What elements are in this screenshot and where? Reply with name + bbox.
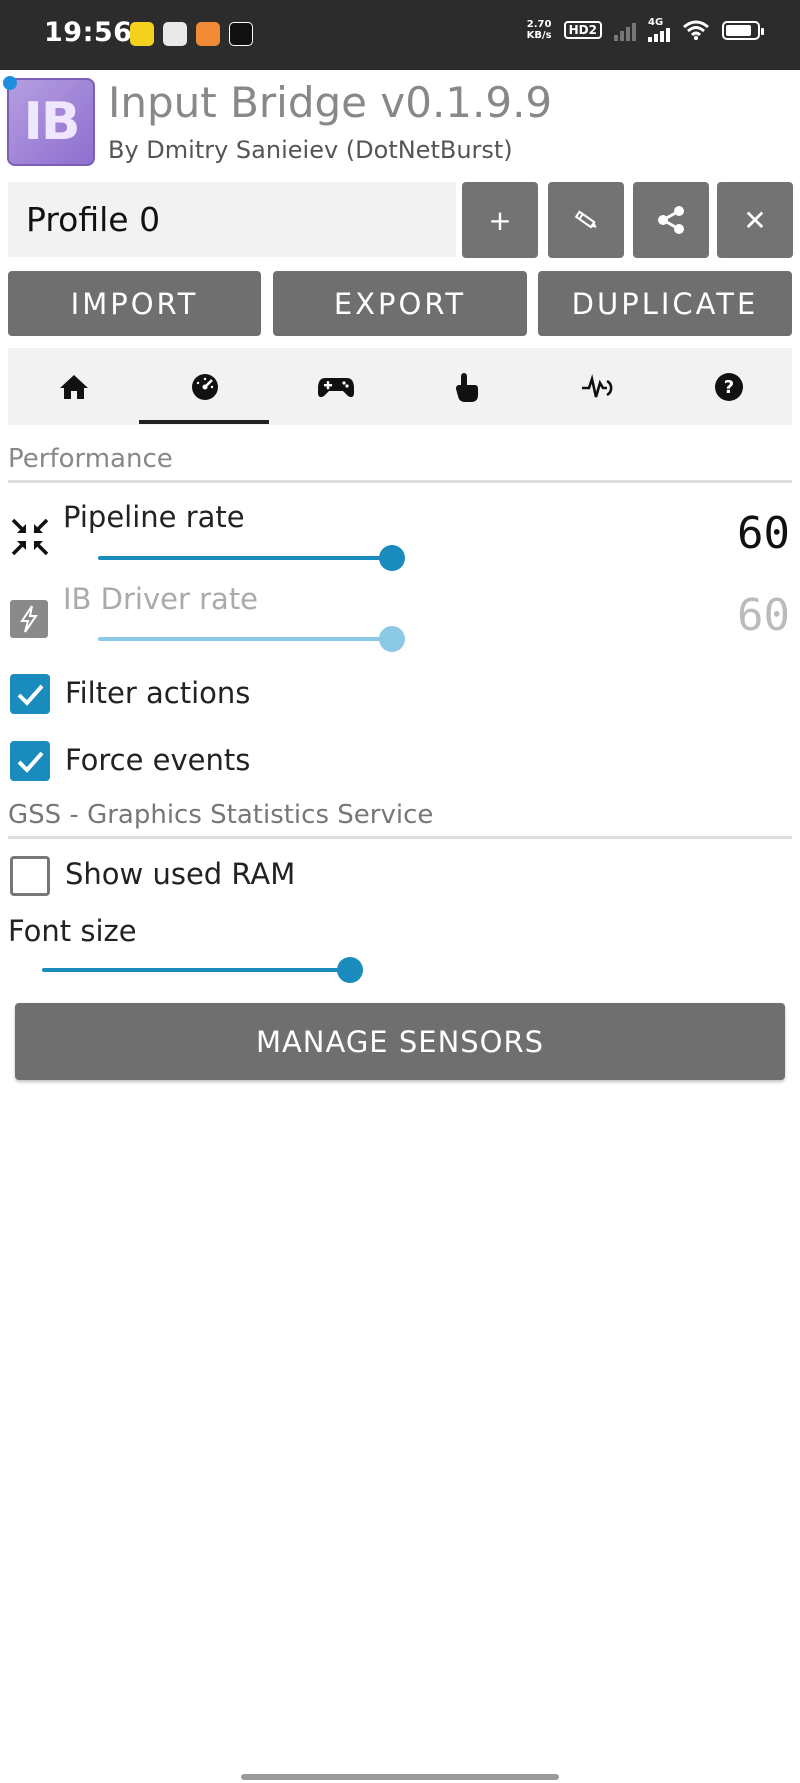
battery-icon: [722, 20, 764, 40]
notes-app-icon: [130, 22, 154, 46]
network-speed: 2.70 KB/s: [527, 19, 552, 41]
lightning-icon: [10, 600, 48, 638]
network-type: 4G: [648, 17, 664, 28]
pipeline-rate-slider-track: [98, 556, 392, 560]
hd-badge: HD2: [563, 21, 602, 39]
add-profile-label: +: [488, 203, 512, 237]
lightning-glyph: [20, 605, 38, 633]
duplicate-button[interactable]: DUPLICATE: [538, 271, 792, 336]
app-logo-text: IB: [23, 92, 81, 152]
touch-indicator-dot: [3, 76, 17, 90]
performance-section-title: Performance: [8, 444, 173, 474]
tab-gamepad[interactable]: [270, 348, 401, 425]
gallery-app-icon: [163, 22, 187, 46]
performance-divider: [8, 480, 792, 483]
speedometer-icon: [191, 373, 218, 400]
app-subtitle: By Dmitry Sanieiev (DotNetBurst): [108, 136, 513, 164]
tab-home[interactable]: [8, 348, 139, 425]
manage-sensors-button[interactable]: MANAGE SENSORS: [15, 1003, 785, 1080]
force-events-checkbox[interactable]: [10, 741, 50, 781]
svg-text:?: ?: [723, 377, 733, 398]
help-icon: ?: [714, 372, 743, 401]
filter-actions-label: Filter actions: [65, 676, 251, 710]
signal-bars: [648, 28, 670, 42]
signal-icon-sim1: [614, 19, 636, 41]
gss-divider: [8, 836, 792, 839]
gesture-nav-handle[interactable]: [241, 1774, 559, 1780]
font-size-slider[interactable]: [42, 957, 396, 983]
ib-driver-rate-slider-thumb: [379, 626, 405, 652]
ib-driver-rate-slider-track: [98, 637, 392, 641]
add-profile-button[interactable]: +: [462, 182, 538, 258]
checkmark-icon: [17, 684, 44, 706]
home-icon: [59, 374, 88, 399]
import-button[interactable]: IMPORT: [8, 271, 261, 336]
compress-arrows-icon: [11, 518, 49, 556]
font-size-slider-track: [42, 968, 350, 972]
media-app-icon: [196, 22, 220, 46]
touch-icon: [455, 372, 478, 402]
font-size-slider-thumb[interactable]: [337, 957, 363, 983]
activity-icon: [581, 373, 612, 397]
network-speed-value: 2.70: [526, 19, 552, 30]
show-used-ram-label: Show used RAM: [65, 857, 296, 891]
pipeline-rate-label: Pipeline rate: [63, 500, 245, 534]
gamepad-icon: [317, 377, 354, 397]
font-size-label: Font size: [8, 914, 137, 948]
delete-profile-label: ✕: [743, 203, 767, 237]
pipeline-rate-slider-thumb[interactable]: [379, 545, 405, 571]
status-bar: 19:56 2.70 KB/s HD2 4G: [0, 0, 800, 70]
status-right-group: 2.70 KB/s HD2 4G: [527, 18, 764, 42]
tiktok-app-icon: [229, 22, 253, 46]
app-title: Input Bridge v0.1.9.9: [108, 78, 553, 127]
share-profile-button[interactable]: [633, 182, 709, 258]
checkmark-icon: [17, 751, 44, 773]
network-speed-unit: KB/s: [526, 30, 552, 41]
pencil-icon: [574, 210, 597, 229]
tab-bar: ?: [8, 348, 792, 425]
tab-help[interactable]: ?: [663, 348, 794, 425]
ib-driver-rate-value: 60: [737, 590, 790, 641]
tab-activity[interactable]: [532, 348, 663, 425]
wifi-icon: [683, 20, 709, 41]
delete-profile-button[interactable]: ✕: [717, 182, 793, 258]
export-button[interactable]: EXPORT: [273, 271, 527, 336]
gss-section-title: GSS - Graphics Statistics Service: [8, 800, 434, 830]
tab-performance[interactable]: [139, 348, 270, 425]
rename-profile-button[interactable]: [548, 182, 624, 258]
notification-icons: [130, 22, 253, 46]
ib-driver-rate-label: IB Driver rate: [63, 582, 259, 616]
signal-icon-sim2: 4G: [648, 18, 670, 42]
tab-touch[interactable]: [401, 348, 532, 425]
ib-driver-rate-slider: [98, 626, 436, 652]
pipeline-rate-value: 60: [737, 508, 790, 559]
profile-name-field[interactable]: Profile 0: [8, 182, 456, 257]
selected-tab-indicator: [139, 420, 269, 424]
status-time: 19:56: [44, 17, 133, 48]
force-events-label: Force events: [65, 743, 251, 777]
app-logo: IB: [7, 78, 95, 166]
share-icon: [658, 206, 684, 234]
show-used-ram-checkbox[interactable]: [10, 856, 50, 896]
filter-actions-checkbox[interactable]: [10, 674, 50, 714]
pipeline-rate-slider[interactable]: [98, 545, 436, 571]
